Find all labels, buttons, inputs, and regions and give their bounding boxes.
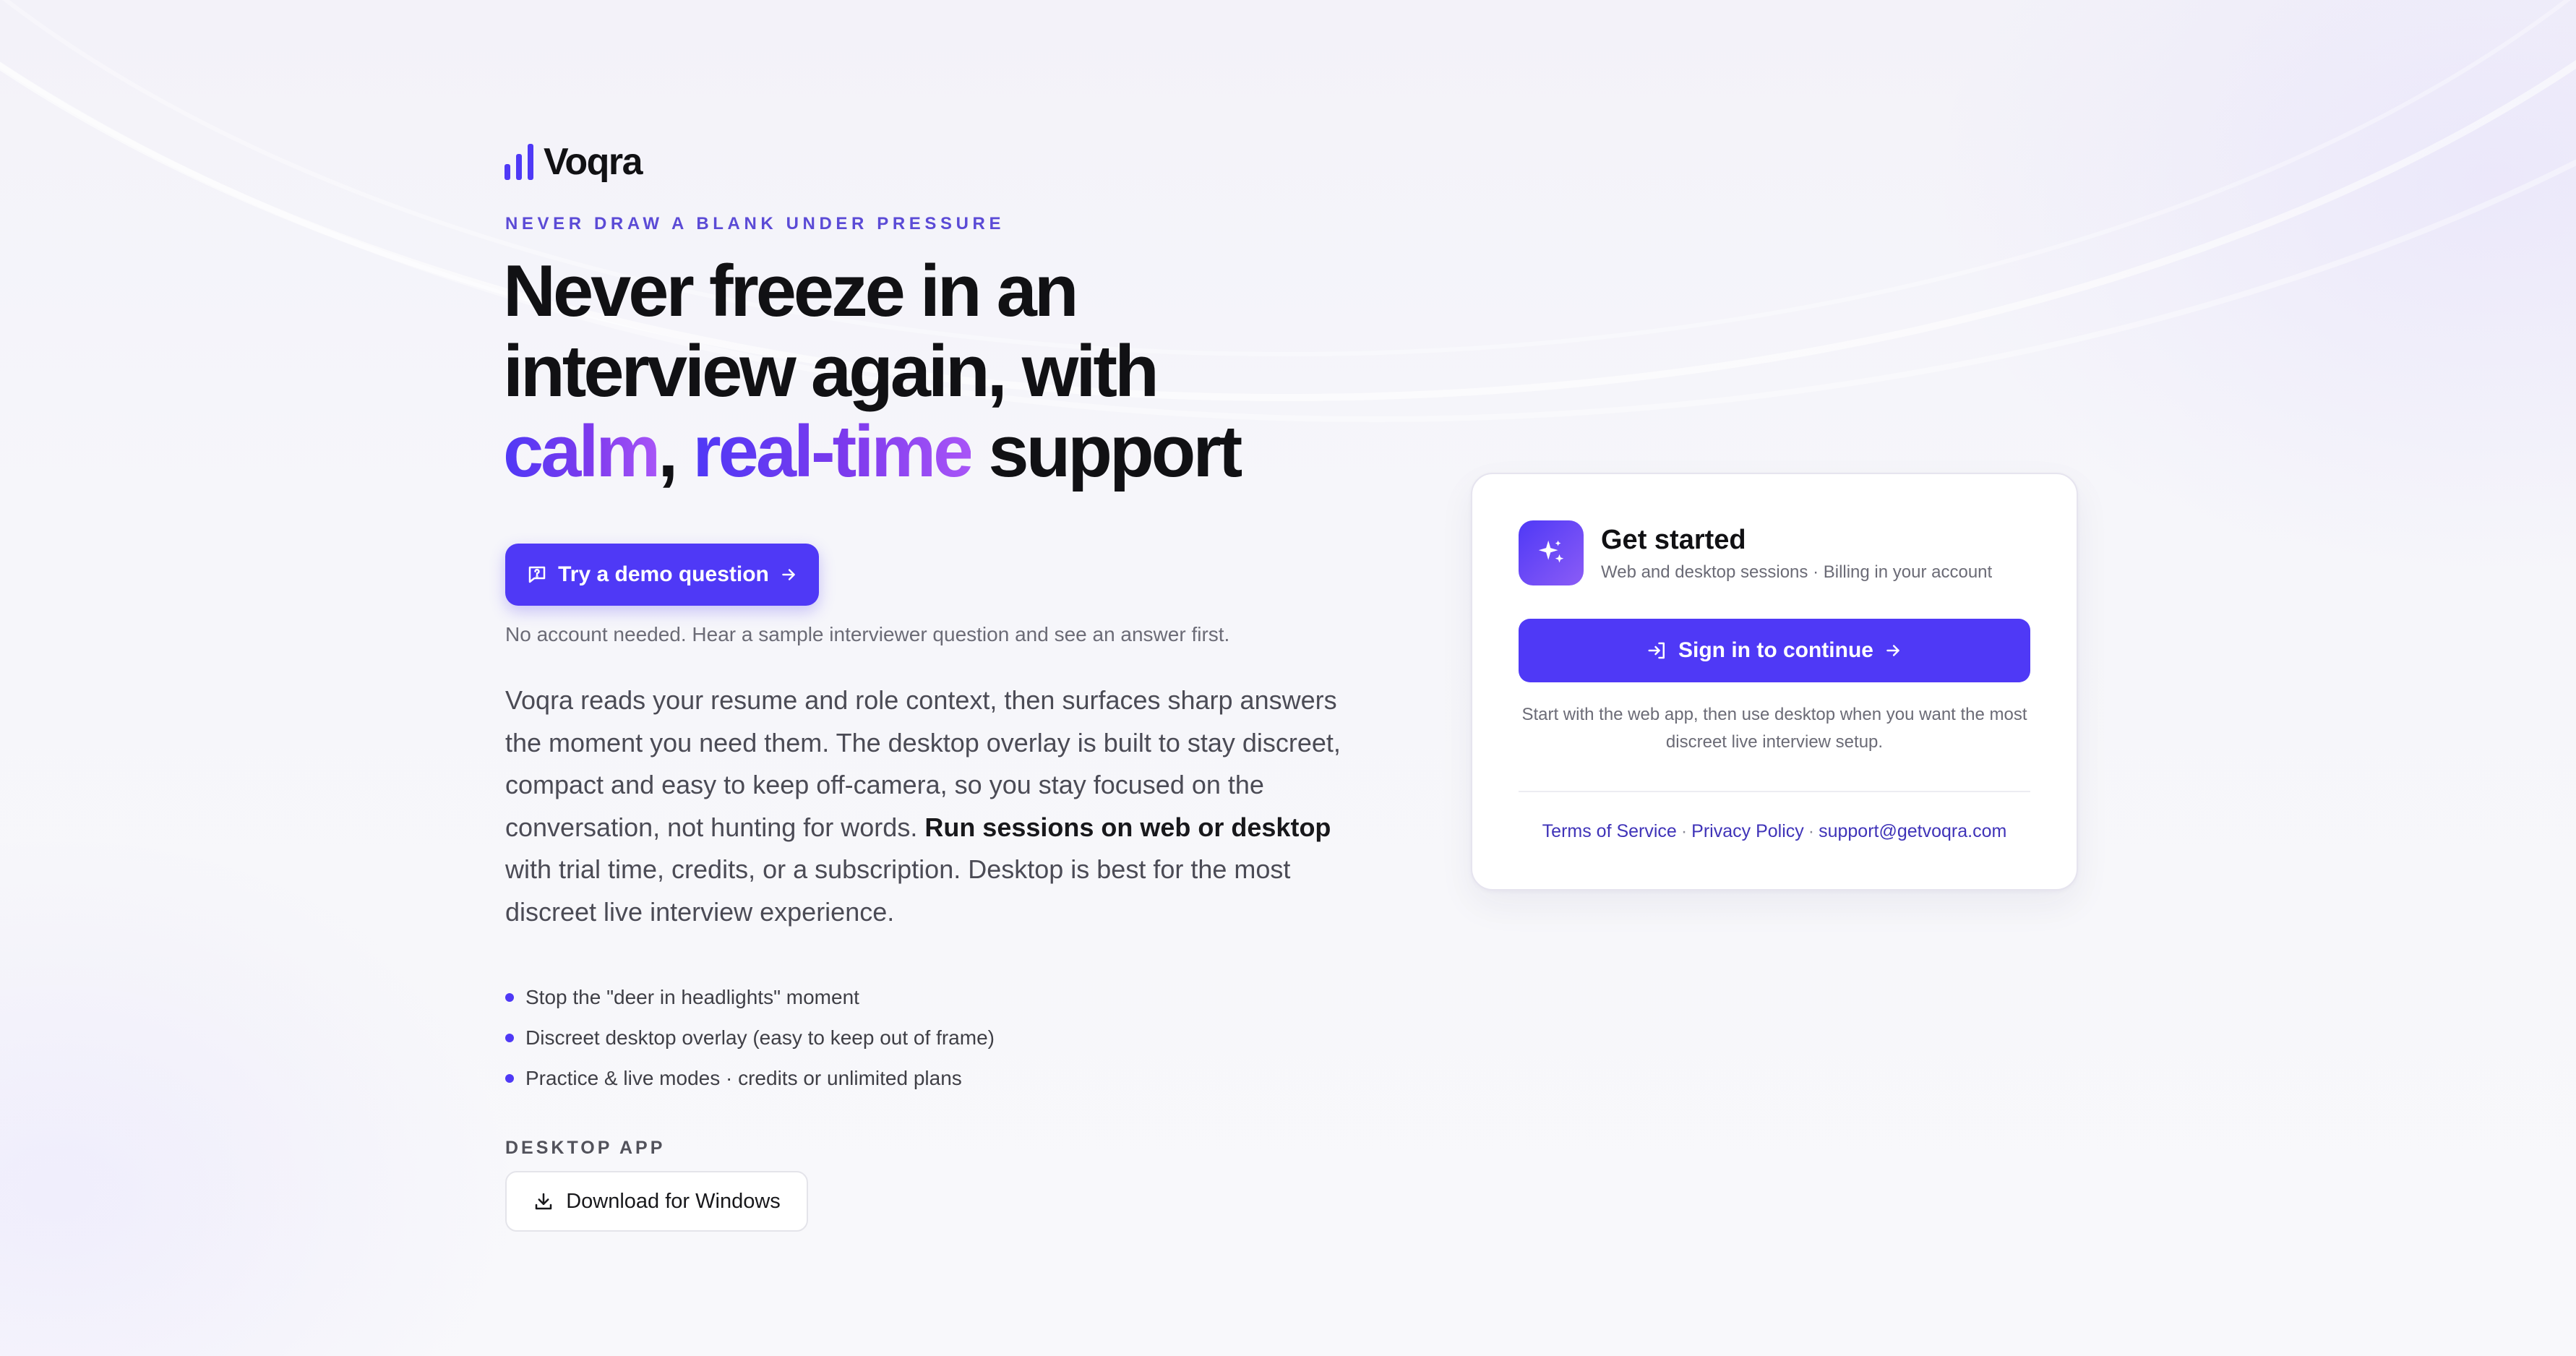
bullet-dot-icon xyxy=(505,1074,514,1083)
headline-line-2: interview again, with xyxy=(503,331,1159,412)
headline-highlight-calm: calm xyxy=(503,411,661,492)
card-subtitle: Web and desktop sessions · Billing in yo… xyxy=(1601,562,1993,582)
list-item: Discreet desktop overlay (easy to keep o… xyxy=(505,1018,995,1058)
privacy-link[interactable]: Privacy Policy xyxy=(1691,821,1804,841)
bullet-dot-icon xyxy=(505,1034,514,1042)
desktop-app-label: DESKTOP APP xyxy=(505,1138,666,1158)
chat-bubble-icon xyxy=(528,566,546,583)
list-item: Stop the "deer in headlights" moment xyxy=(505,977,995,1018)
card-title: Get started xyxy=(1601,525,1746,555)
support-email-link[interactable]: support@getvoqra.com xyxy=(1819,821,2006,841)
link-separator: · xyxy=(1680,821,1688,841)
headline-comma: , xyxy=(658,411,678,492)
terms-link[interactable]: Terms of Service xyxy=(1542,821,1677,841)
download-label: Download for Windows xyxy=(566,1189,781,1213)
bullet-dot-icon xyxy=(505,993,514,1002)
feature-text: Stop the "deer in headlights" moment xyxy=(525,986,859,1008)
hero-eyebrow: NEVER DRAW A BLANK UNDER PRESSURE xyxy=(505,214,1005,233)
download-windows-button[interactable]: Download for Windows xyxy=(505,1171,808,1232)
arrow-right-icon xyxy=(782,569,795,580)
headline-highlight-realtime: real-time xyxy=(692,411,974,492)
arrow-right-icon xyxy=(1886,645,1899,656)
card-note: Start with the web app, then use desktop… xyxy=(1521,705,2027,752)
feature-text: Practice & live modes · credits or unlim… xyxy=(525,1067,962,1089)
sign-in-button[interactable]: Sign in to continue xyxy=(1519,619,2030,682)
headline-end: support xyxy=(988,411,1242,492)
hero-description: Voqra reads your resume and role context… xyxy=(505,679,1344,933)
feature-list: Stop the "deer in headlights" moment Dis… xyxy=(505,977,995,1099)
footer-links: Terms of Service · Privacy Policy · support@… xyxy=(1519,821,2030,842)
try-demo-button[interactable]: Try a demo question xyxy=(505,544,819,606)
background-decoration xyxy=(0,0,2576,422)
description-text-2: with trial time, credits, or a subscript… xyxy=(505,854,1291,927)
link-separator: · xyxy=(1808,821,1815,841)
download-icon xyxy=(535,1193,552,1210)
hero-headline: Never freeze in an interview again, with… xyxy=(503,252,1370,492)
sparkles-icon xyxy=(1519,520,1584,585)
demo-note: No account needed. Hear a sample intervi… xyxy=(505,623,1230,645)
description-emphasis: Run sessions on web or desktop xyxy=(924,812,1331,842)
bar-chart-icon xyxy=(505,144,533,180)
divider xyxy=(1519,791,2030,792)
try-demo-label: Try a demo question xyxy=(558,562,769,586)
get-started-card: Get started Web and desktop sessions · B… xyxy=(1471,473,2078,891)
brand-name: Voqra xyxy=(544,141,643,183)
sign-in-label: Sign in to continue xyxy=(1678,638,1873,662)
headline-line-1: Never freeze in an xyxy=(503,251,1079,332)
brand-logo[interactable]: Voqra xyxy=(505,141,643,183)
log-in-icon xyxy=(1648,642,1665,659)
feature-text: Discreet desktop overlay (easy to keep o… xyxy=(525,1026,995,1049)
list-item: Practice & live modes · credits or unlim… xyxy=(505,1058,995,1099)
